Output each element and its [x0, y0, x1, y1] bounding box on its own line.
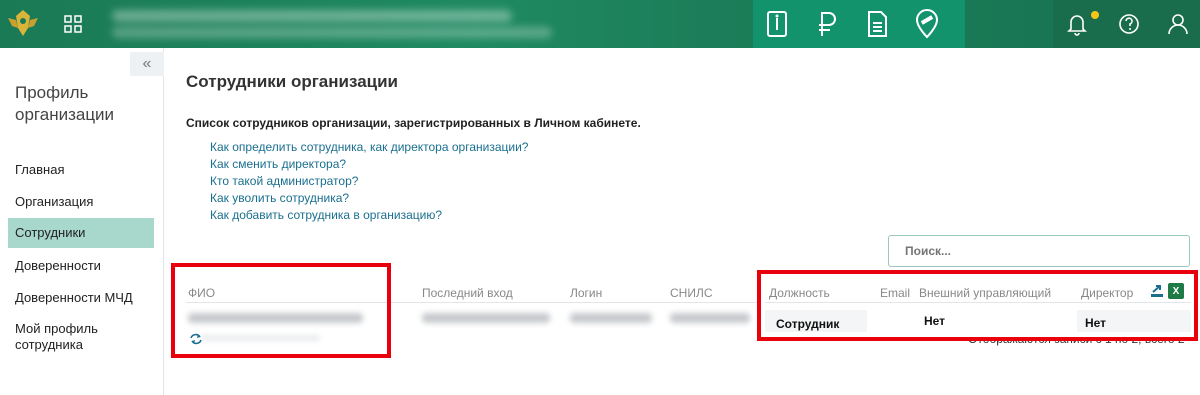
book-icon[interactable]	[759, 6, 795, 42]
login-redacted	[570, 313, 652, 323]
page-description: Список сотрудников организации, зарегист…	[186, 116, 641, 130]
sidebar-item-organization[interactable]: Организация	[8, 194, 154, 212]
snils-redacted	[670, 313, 750, 323]
help-icon[interactable]	[1115, 10, 1143, 38]
search-input[interactable]	[888, 235, 1190, 267]
role-header-divider	[765, 302, 1191, 303]
help-link-director[interactable]: Как определить сотрудника, как директора…	[210, 140, 528, 154]
column-header-director-overlay[interactable]: Директор	[1081, 286, 1133, 300]
help-link-change-director[interactable]: Как сменить директора?	[210, 157, 346, 171]
cell-external-manager-overlay: Нет	[924, 314, 946, 328]
help-link-dismiss[interactable]: Как уволить сотрудника?	[210, 191, 349, 205]
top-bar	[0, 0, 1200, 48]
column-header-position-overlay[interactable]: Должность	[769, 286, 830, 300]
ruble-icon[interactable]	[809, 6, 845, 42]
sidebar-item-main[interactable]: Главная	[8, 162, 154, 180]
sidebar-item-my-profile[interactable]: Мой профиль сотрудника	[8, 321, 128, 353]
bell-icon[interactable]	[1063, 10, 1091, 38]
apps-grid-icon[interactable]	[62, 13, 84, 35]
user-icon[interactable]	[1164, 10, 1192, 38]
page-title: Сотрудники организации	[186, 72, 399, 91]
help-link-add-employee[interactable]: Как добавить сотрудника в организацию?	[210, 208, 442, 222]
highlight-box-name-column	[171, 263, 391, 358]
notification-dot	[1091, 11, 1099, 19]
sidebar-title: Профиль организации	[15, 83, 115, 124]
sidebar-collapse-button[interactable]: «	[130, 52, 164, 76]
sidebar-item-employees[interactable]: Сотрудники	[8, 218, 154, 248]
calculator-doc-icon[interactable]	[859, 6, 895, 42]
help-link-administrator[interactable]: Кто такой администратор?	[210, 174, 358, 188]
sidebar-item-powers-of-attorney[interactable]: Доверенности	[8, 258, 154, 276]
organization-details-redacted	[112, 27, 552, 38]
export-icon-overlay[interactable]	[1150, 283, 1164, 299]
last-login-redacted	[422, 313, 550, 323]
column-header-email-overlay[interactable]: Email	[880, 286, 910, 300]
cell-position-overlay: Сотрудник	[776, 317, 840, 331]
service-icons-group	[753, 0, 965, 48]
user-actions-group	[1053, 0, 1200, 48]
column-header-login[interactable]: Логин	[570, 286, 602, 300]
cell-director-overlay: Нет	[1085, 316, 1107, 330]
column-header-last-login[interactable]: Последний вход	[422, 286, 513, 300]
column-header-snils[interactable]: СНИЛС	[670, 286, 713, 300]
column-header-external-manager-overlay[interactable]: Внешний управляющий	[919, 286, 1051, 300]
map-marker-icon[interactable]	[909, 6, 945, 42]
organization-name-redacted	[112, 10, 512, 22]
sidebar-item-mchd[interactable]: Доверенности МЧД	[8, 290, 154, 308]
fns-logo[interactable]	[4, 6, 42, 42]
excel-icon-overlay[interactable]: X	[1168, 283, 1184, 299]
